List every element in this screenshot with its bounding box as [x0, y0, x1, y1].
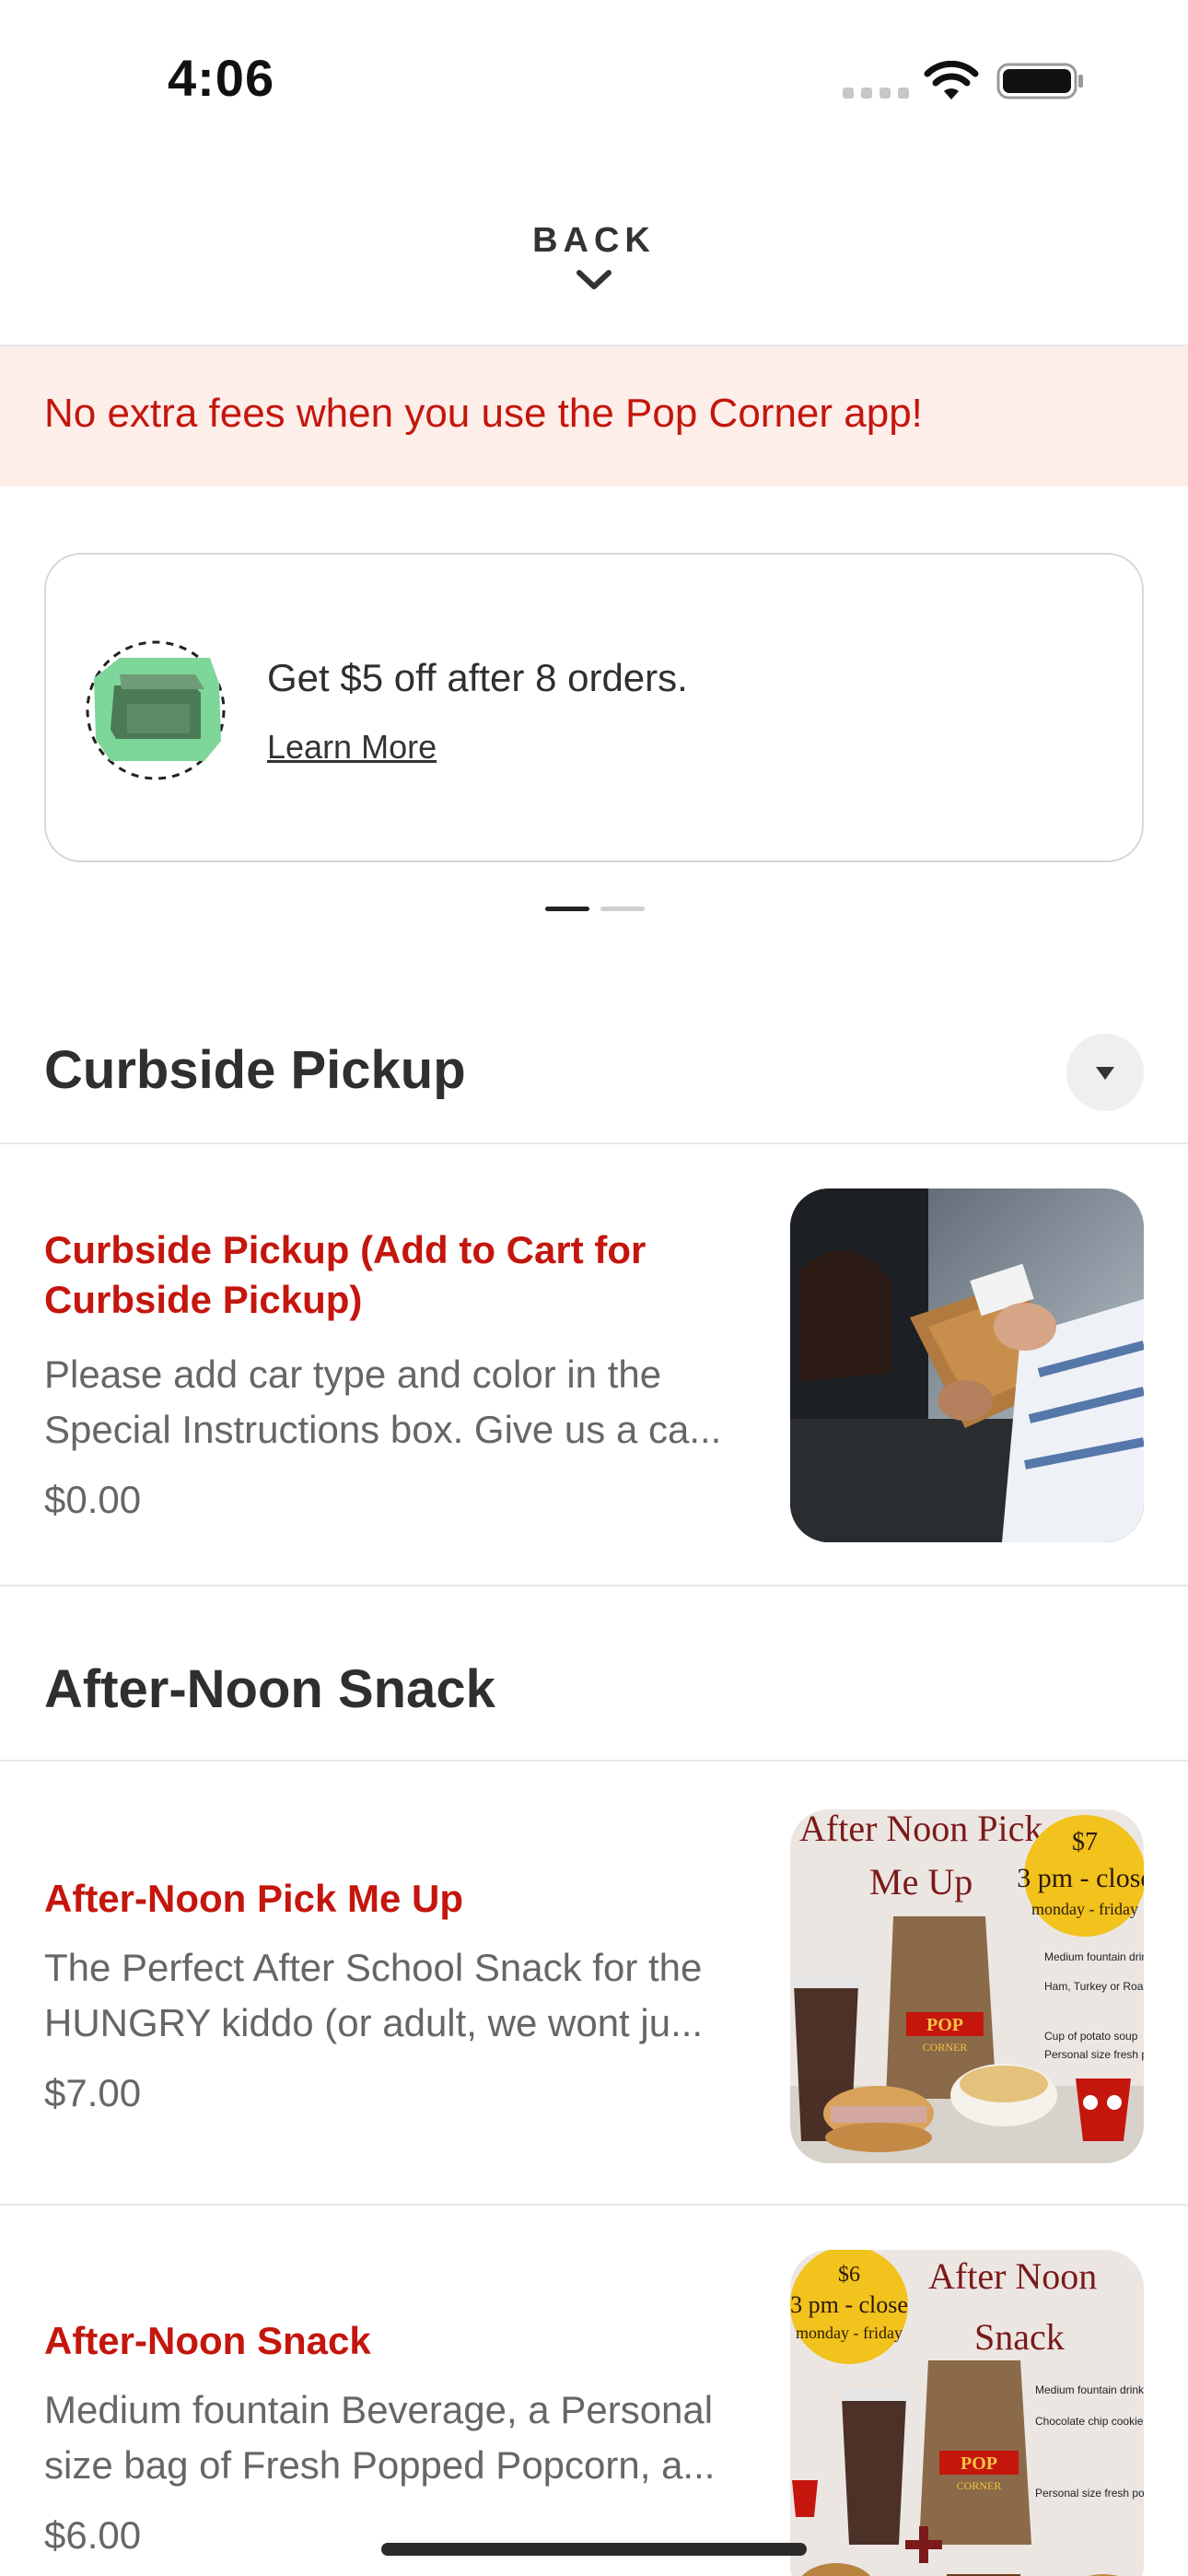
chevron-down-icon — [577, 270, 611, 289]
menu-page: 4:06 BACK No extra fees when you use the… — [0, 0, 1188, 2576]
item-price: $0.00 — [44, 1478, 142, 1521]
learn-more-link[interactable]: Learn More — [267, 728, 437, 767]
item-name: Curbside Pickup (Add to Cart for Curbsid… — [44, 1228, 646, 1321]
item-name: After-Noon Snack — [44, 2319, 371, 2362]
img-bullet-4: Personal size fresh popped popcorn — [1044, 2048, 1144, 2061]
img-bag-sub: CORNER — [923, 2041, 968, 2054]
after-noon-snack-photo: After Noon Snack $6 3 pm - close monday … — [790, 2250, 1144, 2576]
triangle-down-icon — [1096, 1067, 1114, 1080]
img-days: monday - friday — [1031, 1900, 1138, 1918]
img-title-line2: Me Up — [869, 1861, 973, 1903]
img-price-badge: $7 — [1072, 1828, 1098, 1856]
img-bullet-1: Medium fountain drink — [1044, 1950, 1144, 1963]
item-price: $7.00 — [44, 2071, 142, 2114]
img-bag-sub: CORNER — [957, 2479, 1002, 2492]
img-hours: 3 pm - close — [790, 2291, 908, 2318]
home-indicator[interactable] — [381, 2543, 807, 2556]
img-bullet-3: Personal size fresh popped popcorn — [1035, 2487, 1144, 2500]
item-description: Please add car type and color in the Spe… — [44, 1352, 722, 1451]
img-bullet-2: Chocolate chip cookie, Peanut butter bar… — [1035, 2415, 1144, 2428]
carousel-indicator — [545, 907, 645, 911]
img-title-line1: After Noon — [928, 2255, 1097, 2297]
img-title-line1: After Noon Pick — [799, 1809, 1042, 1849]
carousel-dot-active[interactable] — [545, 907, 589, 911]
img-bullet-3: Cup of potato soup — [1044, 2030, 1138, 2043]
after-noon-pick-me-up-photo: After Noon Pick Me Up $7 3 pm - close mo… — [790, 1809, 1144, 2163]
item-name: After-Noon Pick Me Up — [44, 1877, 464, 1920]
img-price-badge: $6 — [838, 2263, 860, 2287]
img-days: monday - friday — [796, 2324, 903, 2342]
back-button[interactable]: BACK — [0, 221, 1188, 292]
battery-icon — [996, 63, 1083, 100]
cellular-signal-icon — [843, 88, 909, 99]
promo-banner-text: No extra fees when you use the Pop Corne… — [44, 391, 923, 436]
img-hours: 3 pm - close — [1017, 1863, 1144, 1893]
item-price: $6.00 — [44, 2513, 142, 2557]
menu-item-after-noon-snack[interactable]: After-Noon Snack Medium fountain Beverag… — [0, 2206, 1188, 2576]
promo-banner: No extra fees when you use the Pop Corne… — [0, 346, 1188, 486]
item-description: Medium fountain Beverage, a Personal siz… — [44, 2388, 716, 2487]
wifi-icon — [924, 61, 979, 100]
section-title-curbside-pickup: Curbside Pickup — [44, 1040, 466, 1100]
item-divider — [0, 1585, 1188, 1587]
rewards-card[interactable]: Get $5 off after 8 orders. Learn More — [44, 553, 1144, 862]
menu-item-after-noon-pick-me-up[interactable]: After-Noon Pick Me Up The Perfect After … — [0, 1762, 1188, 2204]
reward-box-icon — [86, 640, 226, 780]
img-title-line2: Snack — [974, 2316, 1065, 2358]
collapse-section-button[interactable] — [1066, 1034, 1144, 1111]
img-bullet-2: Ham, Turkey or Roast Beef slider sandwic… — [1044, 1980, 1144, 1993]
section-title-after-noon-snack: After-Noon Snack — [44, 1659, 495, 1719]
reward-title: Get $5 off after 8 orders. — [267, 656, 688, 699]
img-bag-brand: POP — [926, 2015, 963, 2035]
img-bag-brand: POP — [961, 2453, 997, 2474]
curbside-pickup-photo — [790, 1188, 1144, 1542]
item-description: The Perfect After School Snack for the H… — [44, 1946, 704, 2044]
status-time: 4:06 — [168, 49, 275, 107]
status-bar: 4:06 — [0, 0, 1188, 157]
carousel-dot[interactable] — [600, 907, 645, 911]
img-bullet-1: Medium fountain drink — [1035, 2383, 1144, 2396]
menu-item-curbside-pickup[interactable]: Curbside Pickup (Add to Cart for Curbsid… — [0, 1144, 1188, 1585]
back-label: BACK — [532, 221, 656, 260]
